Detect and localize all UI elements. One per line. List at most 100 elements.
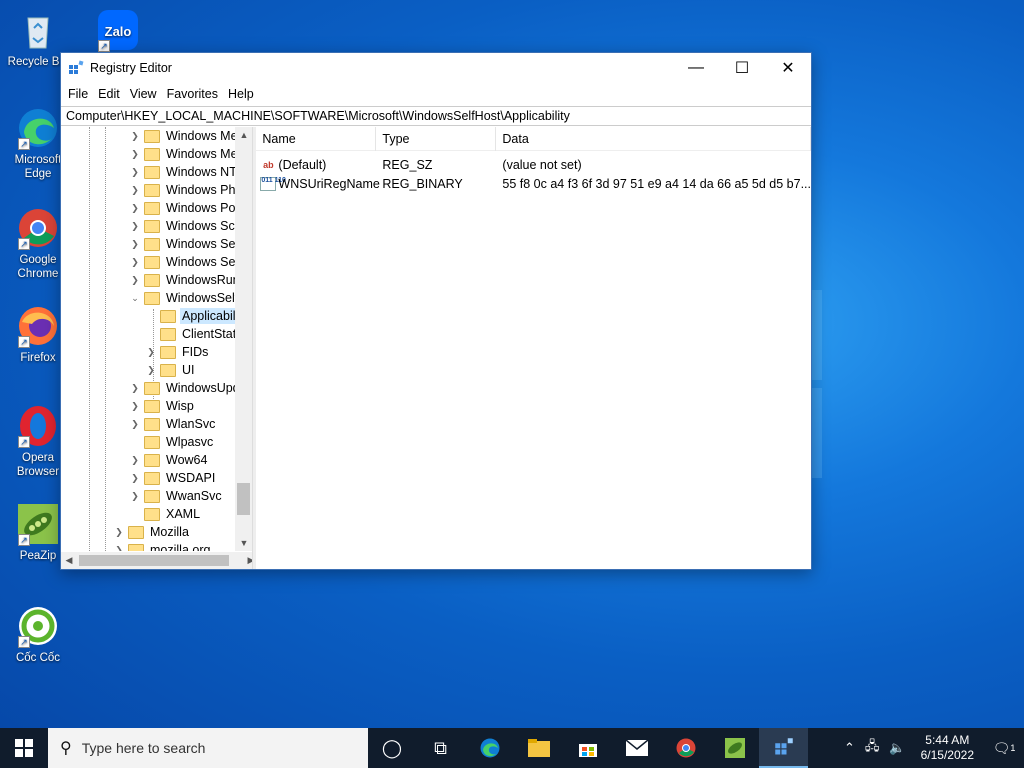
folder-icon [144,183,160,197]
tree-item[interactable]: ClientState [145,325,245,343]
menu-file[interactable]: File [63,87,93,101]
taskbar-peazip[interactable] [710,728,759,768]
shortcut-arrow-icon: ↗ [18,336,30,348]
taskbar-registry-editor[interactable] [759,728,808,768]
close-button[interactable]: ✕ [765,53,811,83]
desktop-icon-coccoc[interactable]: ↗ Cốc Cốc [0,604,76,665]
folder-icon [128,543,144,551]
scroll-thumb[interactable] [79,555,229,566]
tree-item[interactable]: ❯ Windows NT [129,163,239,181]
mail-icon [625,740,648,756]
minimize-button[interactable]: — [673,53,719,83]
tree-item[interactable]: ❯ mozilla.org [113,541,212,551]
edge-icon [480,738,499,758]
chevron-right-icon: ❯ [115,526,123,537]
chevron-right-icon: ❯ [131,220,139,231]
volume-icon[interactable]: 🔈 [884,740,910,756]
tree-horizontal-scrollbar[interactable]: ◀ ▶ [61,552,253,569]
shortcut-arrow-icon: ↗ [18,138,30,150]
maximize-button[interactable]: ☐ [719,53,765,83]
scroll-down-icon[interactable]: ▼ [235,535,252,551]
folder-icon [144,453,160,467]
chevron-right-icon: ❯ [131,490,139,501]
scroll-up-icon[interactable]: ▲ [235,127,252,143]
folder-icon [144,147,160,161]
start-button[interactable] [0,728,48,768]
folder-icon [144,219,160,233]
tree-item[interactable]: ❯ WwanSvc [129,487,224,505]
chevron-right-icon: ❯ [147,364,155,375]
column-name[interactable]: Name [256,127,377,151]
notification-count: 1 [1010,743,1016,753]
taskbar-mail[interactable] [612,728,661,768]
menu-bar: File Edit View Favorites Help [61,83,811,105]
tree-item[interactable]: ❯ Wisp [129,397,196,415]
shortcut-arrow-icon: ↗ [98,40,110,52]
task-view-button[interactable]: ⧉ [416,728,465,768]
value-row[interactable]: ab (Default) REG_SZ (value not set) [256,155,811,174]
tree-item[interactable]: XAML [129,505,202,523]
tree-vertical-scrollbar[interactable]: ▲ ▼ [235,127,253,551]
notification-icon: 🗨 [992,739,1011,756]
values-list[interactable]: Name Type Data ab (Default) REG_SZ (value… [253,127,811,569]
editor-panes: ❯Windows Media F ❯Windows Messag ❯Window… [61,127,811,569]
tree-item[interactable]: ❯ Wow64 [129,451,209,469]
menu-help[interactable]: Help [223,87,259,101]
value-row[interactable]: 011 110 WNSUriRegName REG_BINARY 55 f8 0c… [256,174,811,193]
folder-icon [144,381,160,395]
scroll-right-icon[interactable]: ▶ [243,552,253,569]
windows-logo-icon [15,739,33,757]
shortcut-arrow-icon: ↗ [18,636,30,648]
column-type[interactable]: Type [376,127,497,151]
chevron-right-icon: ❯ [147,346,155,357]
cortana-button[interactable]: ◯ [368,728,416,768]
chevron-right-icon: ❯ [131,382,139,393]
address-bar[interactable]: Computer\HKEY_LOCAL_MACHINE\SOFTWARE\Mic… [61,106,811,126]
menu-view[interactable]: View [125,87,162,101]
taskbar-chrome[interactable] [661,728,710,768]
network-icon[interactable]: 🖧 [860,737,885,759]
tree-item[interactable]: ❯ WSDAPI [129,469,217,487]
column-data[interactable]: Data [496,127,811,151]
taskbar-edge[interactable] [465,728,514,768]
tree-item-selected[interactable]: Applicability [145,307,251,325]
folder-icon [160,327,176,341]
chevron-up-icon[interactable]: ⌃ [839,740,860,756]
edge-icon: ↗ [16,106,60,150]
window-title: Registry Editor [90,61,172,75]
key-tree[interactable]: ❯Windows Media F ❯Windows Messag ❯Window… [61,127,254,569]
taskbar-search-box[interactable]: ⚲ Type here to search [48,728,368,768]
task-view-icon: ⧉ [434,737,447,758]
title-bar[interactable]: Registry Editor — ☐ ✕ [61,53,811,83]
folder-icon [144,399,160,413]
folder-icon [144,201,160,215]
registry-editor-icon [69,60,84,74]
menu-favorites[interactable]: Favorites [162,87,223,101]
binary-value-icon: 011 110 [260,176,286,191]
desktop-icon-zalo[interactable]: Zalo ↗ [80,8,156,55]
chevron-right-icon: ❯ [131,166,139,177]
taskbar-store[interactable] [563,728,612,768]
tree-item[interactable]: ❯ UI [145,361,197,379]
desktop-icon-label: Cốc Cốc [15,652,61,664]
tree-item[interactable]: ❯ FIDs [145,343,210,361]
chevron-right-icon: ❯ [131,274,139,285]
menu-edit[interactable]: Edit [93,87,125,101]
notification-center-button[interactable]: 🗨 1 [984,728,1024,768]
wallpaper-beam [812,388,822,478]
scroll-thumb[interactable] [237,483,251,515]
folder-icon [144,255,160,269]
chevron-right-icon: ❯ [131,202,139,213]
chevron-right-icon: ❯ [131,238,139,249]
taskbar-file-explorer[interactable] [514,728,563,768]
chevron-right-icon: ❯ [131,256,139,267]
scroll-left-icon[interactable]: ◀ [61,552,77,569]
tree-item[interactable]: ❯ WlanSvc [129,415,217,433]
tree-item[interactable]: Wlpasvc [129,433,215,451]
clock[interactable]: 5:44 AM 6/15/2022 [911,733,984,763]
chevron-right-icon: ❯ [131,418,139,429]
cortana-circle-icon: ◯ [381,737,403,758]
tree-item[interactable]: ❯ Mozilla [113,523,191,541]
peazip-icon [724,738,745,758]
wallpaper-beam [812,290,822,380]
